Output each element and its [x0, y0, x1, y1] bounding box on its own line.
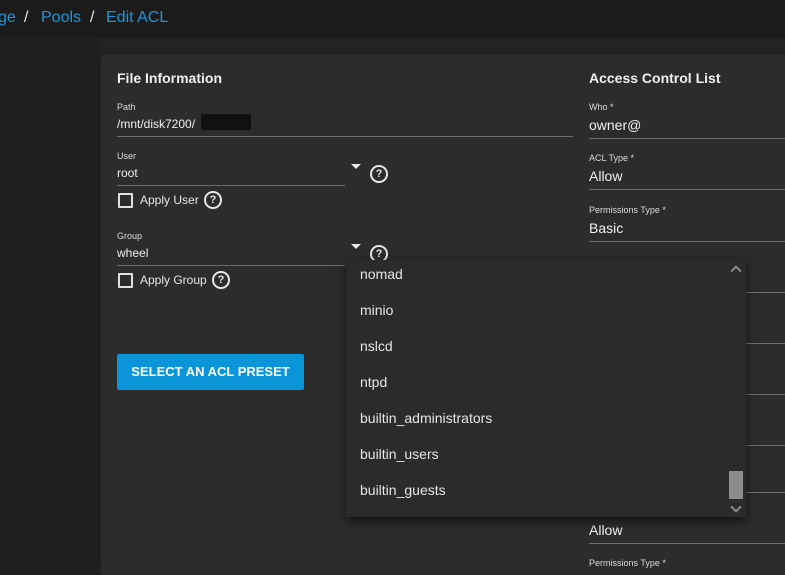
user-dropdown-arrow-icon[interactable] — [351, 164, 361, 169]
group-select[interactable]: wheel — [117, 246, 148, 260]
dropdown-option[interactable]: builtin_guests — [360, 482, 446, 498]
who-select[interactable]: owner@ — [589, 117, 641, 133]
dropdown-scrollbar[interactable] — [727, 260, 746, 517]
field-underline — [746, 445, 785, 446]
apply-group-checkbox[interactable] — [118, 273, 133, 288]
breadcrumb-item-pools[interactable]: Pools — [41, 9, 81, 27]
breadcrumb-separator: / — [90, 9, 95, 26]
redacted-path-mask — [201, 114, 251, 130]
permissions-type-label: Permissions Type * — [589, 205, 666, 215]
apply-user-help-icon[interactable]: ? — [204, 191, 222, 209]
acl-type-underline — [589, 189, 785, 190]
apply-user-checkbox[interactable] — [118, 193, 133, 208]
group-dropdown-panel: nomad minio nslcd ntpd builtin_administr… — [346, 260, 746, 517]
path-label: Path — [117, 102, 136, 112]
user-select[interactable]: root — [117, 166, 138, 180]
apply-group-help-icon[interactable]: ? — [212, 271, 230, 289]
access-control-list-title: Access Control List — [589, 70, 721, 86]
file-information-title: File Information — [117, 70, 222, 86]
acl-type-label: ACL Type * — [589, 153, 635, 163]
dropdown-option[interactable]: minio — [360, 302, 393, 318]
field-underline — [746, 394, 785, 395]
apply-group-label: Apply Group — [140, 273, 207, 287]
group-underline — [117, 265, 345, 266]
user-label: User — [117, 151, 137, 161]
dropdown-option[interactable]: nomad — [360, 266, 403, 282]
permissions-type-select[interactable]: Basic — [589, 220, 623, 236]
field-underline — [746, 343, 785, 344]
acl-type-select[interactable]: Allow — [589, 168, 622, 184]
who-label: Who * — [589, 102, 614, 112]
path-value: /mnt/disk7200/ — [117, 117, 196, 131]
scroll-down-arrow-icon[interactable] — [730, 501, 742, 513]
sidebar-gutter — [0, 38, 100, 567]
select-acl-preset-button[interactable]: SELECT AN ACL PRESET — [117, 354, 304, 390]
dropdown-option[interactable]: builtin_administrators — [360, 410, 492, 426]
breadcrumb-item-storage[interactable]: ge — [0, 9, 16, 27]
dropdown-option[interactable]: ntpd — [360, 374, 387, 390]
user-underline — [117, 185, 345, 186]
field-underline — [746, 292, 785, 293]
field-underline — [746, 492, 785, 493]
dropdown-option[interactable]: builtin_users — [360, 446, 439, 462]
apply-user-label: Apply User — [140, 193, 199, 207]
breadcrumb: ge / Pools / Edit ACL — [0, 0, 785, 38]
acl-type-2-underline — [589, 543, 785, 544]
user-help-icon[interactable]: ? — [370, 165, 388, 183]
acl-type-select-2[interactable]: Allow — [589, 522, 622, 538]
dropdown-option[interactable]: nslcd — [360, 338, 393, 354]
breadcrumb-separator: / — [24, 9, 29, 26]
group-label: Group — [117, 231, 143, 241]
breadcrumb-item-edit-acl[interactable]: Edit ACL — [106, 9, 168, 27]
scroll-up-arrow-icon[interactable] — [730, 265, 742, 277]
group-dropdown-arrow-icon[interactable] — [351, 244, 361, 249]
permissions-type-underline — [589, 241, 785, 242]
scrollbar-thumb[interactable] — [729, 471, 743, 499]
who-underline — [589, 138, 785, 139]
path-underline — [117, 136, 573, 137]
